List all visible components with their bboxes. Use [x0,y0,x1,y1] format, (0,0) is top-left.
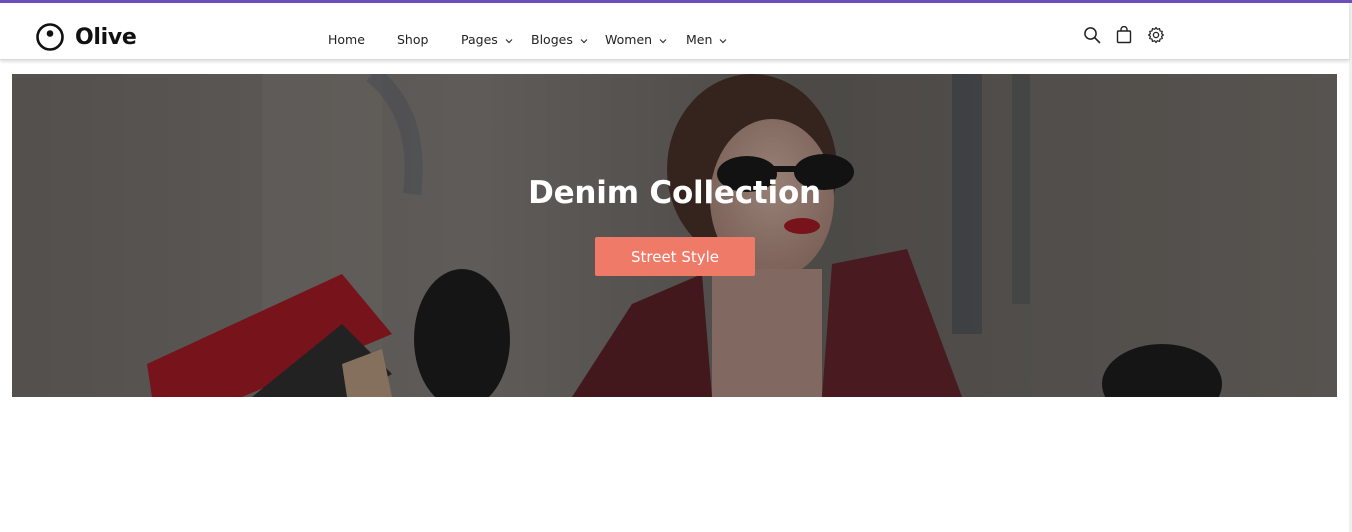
nav-item-home[interactable]: Home [328,32,365,47]
eye-circle-logo-icon [36,23,64,51]
site-header: Olive Home Shop Pages Bloges Women Men [0,3,1349,60]
nav-item-shop[interactable]: Shop [397,32,428,47]
chevron-down-icon [505,38,513,43]
settings-gear-icon [1148,26,1164,44]
brand-name: Olive [75,24,137,50]
nav-item-label: Pages [461,32,498,47]
nav-item-label: Bloges [531,32,573,47]
search-icon [1084,27,1101,44]
shopping-bag-icon [1116,26,1132,44]
chevron-down-icon [580,38,588,43]
nav-item-bloges[interactable]: Bloges [531,32,588,47]
nav-item-men[interactable]: Men [686,32,727,47]
street-style-button[interactable]: Street Style [595,237,755,276]
hero-banner: Denim Collection Street Style [12,74,1337,397]
nav-item-label: Women [605,32,653,47]
nav-item-label: Home [328,32,365,47]
brand-link[interactable]: Olive [35,22,137,52]
nav-item-women[interactable]: Women [605,32,667,47]
nav-item-label: Men [686,32,713,47]
nav-item-pages[interactable]: Pages [461,32,513,47]
search-button[interactable] [1082,25,1102,45]
hero-title: Denim Collection [528,175,821,211]
nav-item-label: Shop [397,32,429,47]
chevron-down-icon [659,38,667,43]
chevron-down-icon [719,38,727,43]
hero-dark-overlay [12,74,1337,397]
settings-button[interactable] [1146,25,1166,45]
cart-button[interactable] [1114,25,1134,45]
